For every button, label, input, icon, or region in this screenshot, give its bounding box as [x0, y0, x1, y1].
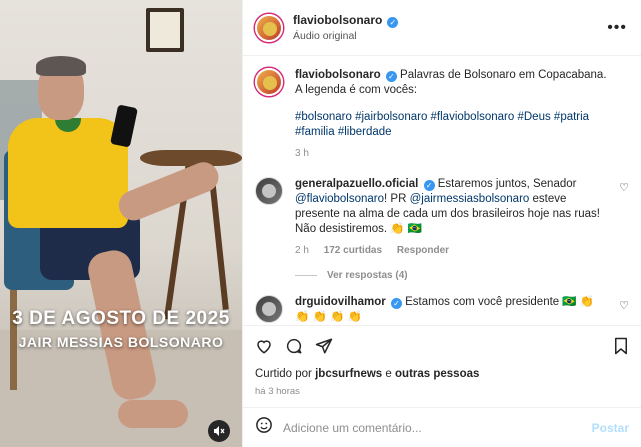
comment-likes[interactable]: 172 curtidas [324, 245, 382, 256]
caption-time: 3 h [295, 148, 309, 159]
liked-by-user[interactable]: jbcsurfnews [315, 368, 382, 380]
caption-username[interactable]: flaviobolsonaro [295, 69, 381, 81]
avatar[interactable] [255, 13, 283, 42]
add-comment-bar: Postar [243, 407, 641, 447]
speaker-muted-icon [214, 426, 225, 436]
comment-mention[interactable]: @flaviobolsonaro [295, 193, 384, 205]
avatar[interactable] [255, 68, 283, 96]
comment-icon[interactable] [285, 337, 303, 360]
comment-time: 2 h [295, 245, 309, 256]
table [140, 150, 242, 166]
verified-badge-icon: ✓ [423, 180, 435, 191]
post-view: 3 DE AGOSTO DE 2025 JAIR MESSIAS BOLSONA… [0, 0, 641, 447]
post-actions: Curtido por jbcsurfnews e outras pessoas… [243, 325, 641, 407]
overlay-date: 3 DE AGOSTO DE 2025 [12, 308, 230, 329]
bookmark-icon[interactable] [613, 337, 629, 360]
comment-text: Estaremos juntos, Senador [437, 178, 577, 190]
post-header: flaviobolsonaro ✓ Áudio original ••• [243, 0, 641, 56]
person-hair [36, 56, 86, 76]
post-video[interactable]: 3 DE AGOSTO DE 2025 JAIR MESSIAS BOLSONA… [0, 0, 242, 447]
like-comment-icon[interactable]: ♡ [619, 181, 629, 194]
video-overlay-text: 3 DE AGOSTO DE 2025 JAIR MESSIAS BOLSONA… [0, 308, 242, 350]
verified-badge-icon: ✓ [385, 71, 397, 82]
view-replies-label: Ver respostas (4) [327, 270, 408, 281]
liked-by-prefix: Curtido por [255, 368, 312, 380]
post-panel: flaviobolsonaro ✓ Áudio original ••• fla… [242, 0, 641, 447]
share-icon[interactable] [315, 337, 333, 360]
comment-item: generalpazuello.oficial ✓ Estaremos junt… [255, 177, 629, 258]
comment-item: drguidovilhamor ✓ Estamos com você presi… [255, 295, 629, 325]
view-replies-button[interactable]: Ver respostas (4) [295, 270, 629, 281]
liked-by: Curtido por jbcsurfnews e outras pessoas [255, 368, 629, 380]
avatar[interactable] [255, 177, 283, 205]
emoji-icon[interactable] [255, 416, 273, 439]
comment-username[interactable]: generalpazuello.oficial [295, 178, 418, 190]
replies-divider [295, 275, 317, 276]
heart-icon[interactable] [255, 337, 273, 360]
avatar[interactable] [255, 295, 283, 323]
like-comment-icon[interactable]: ♡ [619, 299, 629, 312]
mute-button[interactable] [208, 420, 230, 442]
verified-badge-icon: ✓ [390, 298, 402, 309]
comment-text: ! PR [384, 193, 407, 205]
more-horizontal-icon[interactable]: ••• [605, 19, 629, 37]
caption: flaviobolsonaro ✓ Palavras de Bolsonaro … [255, 68, 629, 161]
comment-username[interactable]: drguidovilhamor [295, 296, 386, 308]
verified-badge-icon: ✓ [387, 17, 399, 28]
comment-input[interactable] [283, 420, 592, 435]
audio-label[interactable]: Áudio original [293, 30, 605, 42]
reply-button[interactable]: Responder [397, 245, 449, 256]
header-username[interactable]: flaviobolsonaro [293, 13, 382, 27]
liked-by-mid: e [385, 368, 392, 380]
wall-picture-frame [146, 8, 184, 52]
liked-by-others[interactable]: outras pessoas [395, 368, 479, 380]
post-button[interactable]: Postar [592, 421, 629, 435]
post-time[interactable]: há 3 horas [255, 386, 629, 397]
overlay-name: JAIR MESSIAS BOLSONARO [18, 334, 224, 350]
comments-section[interactable]: flaviobolsonaro ✓ Palavras de Bolsonaro … [243, 56, 641, 325]
person-shirt [8, 118, 128, 228]
caption-hashtags[interactable]: #bolsonaro #jairbolsonaro #flaviobolsona… [295, 110, 609, 140]
person-foot [118, 400, 188, 428]
comment-mention[interactable]: @jairmessiasbolsonaro [410, 193, 530, 205]
